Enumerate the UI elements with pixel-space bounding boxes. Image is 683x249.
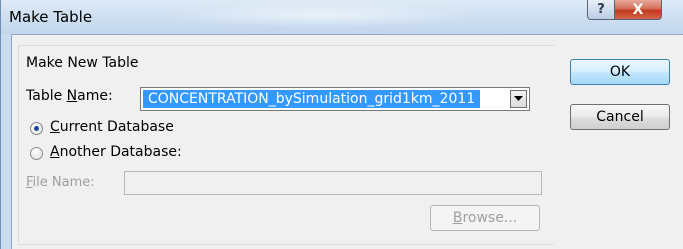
close-icon: X	[632, 1, 644, 18]
dialog-content: Make New Table Table Name: CONCENTRATION…	[11, 34, 683, 249]
window-title: Make Table	[9, 8, 93, 26]
chevron-down-icon	[514, 96, 523, 101]
cancel-button-label: Cancel	[596, 109, 644, 125]
table-name-value[interactable]: CONCENTRATION_bySimulation_grid1km_2011	[143, 90, 481, 108]
cancel-button[interactable]: Cancel	[570, 104, 670, 130]
group-label: Make New Table	[26, 55, 139, 71]
another-database-radio[interactable]	[30, 147, 43, 160]
browse-button[interactable]: Browse...	[430, 205, 540, 231]
title-bar[interactable]: Make Table ? X	[1, 0, 683, 34]
ok-button[interactable]: OK	[570, 59, 670, 85]
make-table-dialog: Make Table ? X Make New Table Table Name…	[0, 0, 683, 249]
table-name-combobox[interactable]: CONCENTRATION_bySimulation_grid1km_2011	[140, 87, 530, 111]
combo-dropdown-button[interactable]	[510, 90, 527, 108]
help-button[interactable]: ?	[587, 0, 615, 20]
table-name-label: Table Name:	[26, 88, 113, 104]
file-name-label: File Name:	[26, 175, 95, 190]
help-icon: ?	[597, 2, 605, 17]
another-database-label[interactable]: Another Database:	[50, 144, 182, 160]
current-database-label[interactable]: Current Database	[50, 119, 174, 135]
file-name-field[interactable]	[124, 171, 542, 195]
current-database-radio[interactable]	[30, 122, 43, 135]
browse-button-label: Browse...	[452, 210, 518, 226]
ok-button-label: OK	[609, 64, 631, 80]
title-bar-glow	[161, 2, 481, 28]
close-button[interactable]: X	[614, 0, 662, 20]
radio-selected-dot	[34, 126, 39, 131]
